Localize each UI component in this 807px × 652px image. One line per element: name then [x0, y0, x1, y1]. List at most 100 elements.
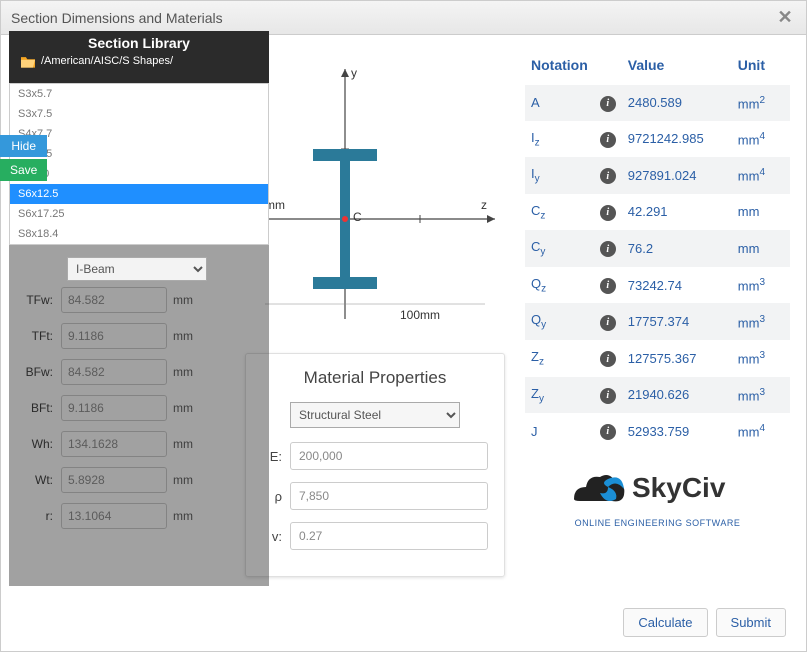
dimension-row: TFt:mm — [17, 323, 225, 349]
right-column: Notation Value Unit Ai2480.589mm2Izi9721… — [525, 49, 790, 577]
info-icon[interactable]: i — [600, 241, 616, 257]
info-icon[interactable]: i — [600, 388, 616, 404]
property-row: Ji 52933.759mm4 — [525, 413, 790, 449]
library-item[interactable]: S4x9.5 — [10, 144, 268, 164]
prop-notation: Iz — [525, 121, 594, 158]
dim-unit: mm — [173, 473, 203, 487]
window-title: Section Dimensions and Materials — [11, 10, 223, 26]
library-item[interactable]: S8x18.4 — [10, 224, 268, 244]
hide-button[interactable]: Hide — [0, 135, 47, 157]
svg-text:z: z — [481, 198, 487, 212]
dim-label: TFt: — [17, 329, 53, 343]
library-item[interactable]: S4x7.7 — [10, 124, 268, 144]
prop-value: 17757.374 — [622, 303, 732, 340]
prop-value: 9721242.985 — [622, 121, 732, 158]
dim-label: Wh: — [17, 437, 53, 451]
material-title: Material Properties — [262, 368, 488, 388]
library-item[interactable]: S5x10 — [10, 164, 268, 184]
folder-icon[interactable] — [19, 55, 35, 67]
info-icon[interactable]: i — [600, 205, 616, 221]
library-path[interactable]: /American/AISC/S Shapes/ — [41, 55, 173, 67]
material-row: v: — [262, 522, 488, 550]
dim-label: TFw: — [17, 293, 53, 307]
dim-label: BFt: — [17, 401, 53, 415]
property-row: Iyi927891.024mm4 — [525, 157, 790, 194]
prop-unit: mm4 — [732, 413, 790, 449]
prop-notation: Zy — [525, 377, 594, 414]
close-icon[interactable]: ✕ — [774, 7, 796, 29]
section-library-panel: Section Library /American/AISC/S Shapes/… — [9, 31, 269, 281]
prop-unit: mm3 — [732, 340, 790, 377]
dim-label: Wt: — [17, 473, 53, 487]
prop-value: 73242.74 — [622, 267, 732, 304]
info-icon[interactable]: i — [600, 96, 616, 112]
library-item[interactable]: S6x12.5 — [10, 184, 268, 204]
mat-input[interactable] — [290, 482, 488, 510]
property-row: Zzi127575.367mm3 — [525, 340, 790, 377]
svg-text:SkyCiv: SkyCiv — [632, 472, 726, 503]
material-row: ρ — [262, 482, 488, 510]
prop-notation: J — [525, 413, 594, 449]
mat-label: E: — [262, 449, 282, 464]
svg-text:C: C — [353, 210, 362, 224]
info-icon[interactable]: i — [600, 278, 616, 294]
dim-input[interactable] — [61, 323, 167, 349]
dimension-row: Wh: mm — [17, 431, 225, 457]
mat-label: v: — [262, 529, 282, 544]
brand-logo: SkyCiv ONLINE ENGINEERING SOFTWARE — [525, 465, 790, 528]
prop-unit: mm2 — [732, 85, 790, 121]
prop-unit: mm4 — [732, 121, 790, 158]
calculate-button[interactable]: Calculate — [623, 608, 707, 637]
dim-unit: mm — [173, 401, 203, 415]
prop-unit: mm3 — [732, 303, 790, 340]
prop-value: 127575.367 — [622, 340, 732, 377]
library-item[interactable]: S3x7.5 — [10, 104, 268, 124]
submit-button[interactable]: Submit — [716, 608, 786, 637]
content-area: Hide Save Please fill in all fields show… — [1, 35, 806, 651]
mat-input[interactable] — [290, 442, 488, 470]
dim-input[interactable] — [61, 431, 167, 457]
dim-label: BFw: — [17, 365, 53, 379]
svg-text:100mm: 100mm — [400, 308, 440, 322]
info-icon[interactable]: i — [600, 132, 616, 148]
prop-value: 76.2 — [622, 230, 732, 267]
dim-input[interactable] — [61, 287, 167, 313]
dim-unit: mm — [173, 437, 203, 451]
section-diagram: z y 100mm 100mm — [245, 49, 505, 329]
dim-input[interactable] — [61, 467, 167, 493]
prop-unit: mm3 — [732, 267, 790, 304]
prop-value: 927891.024 — [622, 157, 732, 194]
prop-notation: Cy — [525, 230, 594, 267]
dim-unit: mm — [173, 509, 203, 523]
prop-unit: mm3 — [732, 377, 790, 414]
property-row: Qyi17757.374mm3 — [525, 303, 790, 340]
left-column: Please fill in all fields shown as per d… — [17, 49, 225, 577]
mat-input[interactable] — [290, 522, 488, 550]
dim-input[interactable] — [61, 359, 167, 385]
info-icon[interactable]: i — [600, 351, 616, 367]
material-select[interactable]: Structural Steel — [290, 402, 460, 428]
th-notation: Notation — [525, 49, 594, 85]
property-row: Zyi21940.626mm3 — [525, 377, 790, 414]
dim-unit: mm — [173, 365, 203, 379]
library-list[interactable]: S3x5.7S3x7.5S4x7.7S4x9.5S5x10S6x12.5S6x1… — [9, 83, 269, 245]
save-button[interactable]: Save — [0, 159, 47, 181]
info-icon[interactable]: i — [600, 315, 616, 331]
th-value: Value — [622, 49, 732, 85]
library-item[interactable]: S3x5.7 — [10, 84, 268, 104]
dimension-row: TFw:mm — [17, 287, 225, 313]
prop-unit: mm — [732, 230, 790, 267]
dim-input[interactable] — [61, 395, 167, 421]
info-icon[interactable]: i — [600, 424, 616, 440]
prop-notation: Cz — [525, 194, 594, 231]
library-title: Section Library — [19, 35, 259, 51]
prop-value: 52933.759 — [622, 413, 732, 449]
shape-select[interactable]: I-Beam — [67, 257, 207, 281]
library-item[interactable]: S6x17.25 — [10, 204, 268, 224]
info-icon[interactable]: i — [600, 168, 616, 184]
titlebar: Section Dimensions and Materials ✕ — [1, 1, 806, 35]
svg-text:y: y — [351, 66, 357, 80]
prop-notation: Iy — [525, 157, 594, 194]
dim-input[interactable] — [61, 503, 167, 529]
material-properties-panel: Material Properties Structural Steel E: ρ… — [245, 353, 505, 577]
